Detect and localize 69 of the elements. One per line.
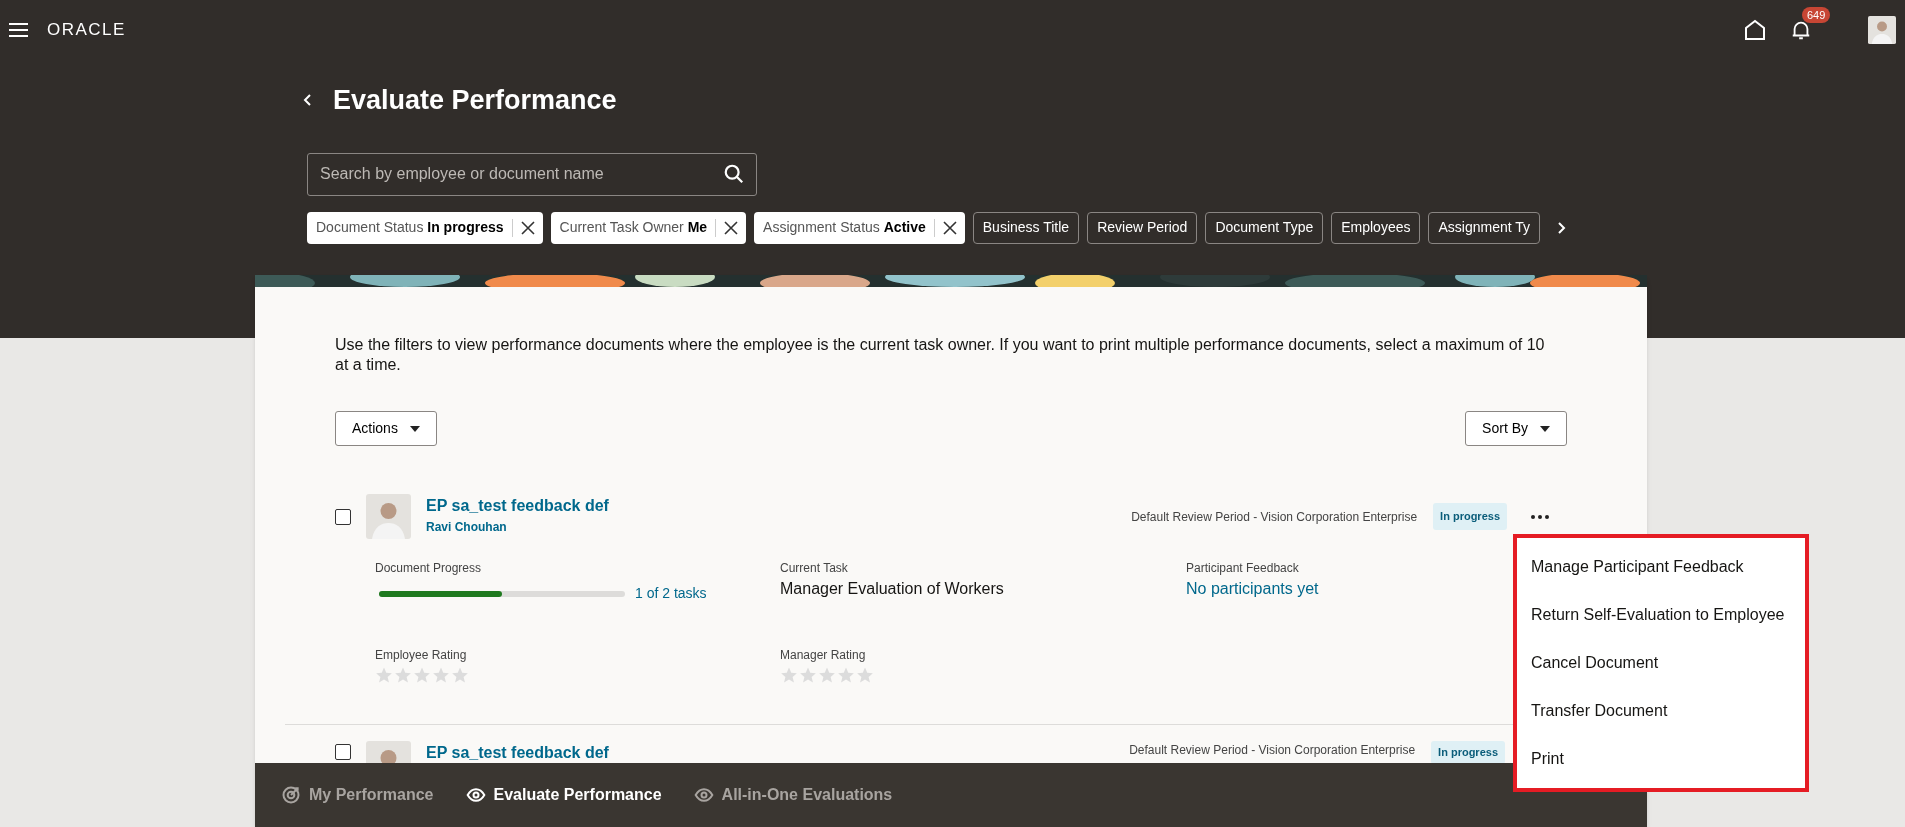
close-icon[interactable] bbox=[940, 218, 959, 237]
row-checkbox[interactable] bbox=[335, 508, 351, 525]
review-period: Default Review Period - Vision Corporation Enterprise bbox=[1131, 508, 1418, 526]
star-rating[interactable] bbox=[375, 666, 469, 684]
page-title: Evaluate Performance bbox=[333, 84, 617, 117]
status-badge: In progress bbox=[1431, 741, 1505, 763]
filter-label: Current Task Owner Me bbox=[559, 218, 708, 237]
star-icon bbox=[780, 666, 798, 684]
menu-item[interactable]: Manage Participant Feedback bbox=[1531, 550, 1791, 584]
nav-tab[interactable]: All-in-One Evaluations bbox=[693, 783, 893, 807]
status-badge: In progress bbox=[1433, 503, 1507, 530]
star-icon bbox=[394, 666, 412, 684]
star-icon bbox=[375, 666, 393, 684]
close-icon[interactable] bbox=[518, 218, 537, 237]
field-label: Current Task bbox=[780, 560, 848, 577]
filter-chip[interactable]: Document Status In progress bbox=[307, 211, 543, 244]
filter-option[interactable]: Employees bbox=[1331, 211, 1421, 244]
notification-count: 649 bbox=[1802, 7, 1831, 23]
caret-icon bbox=[409, 425, 420, 432]
filter-chip[interactable]: Current Task Owner Me bbox=[550, 211, 747, 244]
search-field[interactable]: Search by employee or document name bbox=[307, 152, 757, 196]
filter-option[interactable]: Assignment Ty bbox=[1428, 211, 1541, 244]
caret-icon bbox=[1540, 425, 1550, 432]
filter-label: Assignment Status Active bbox=[763, 218, 926, 237]
nav-tab[interactable]: My Performance bbox=[281, 783, 434, 807]
search-icon[interactable] bbox=[723, 162, 745, 185]
nav-tab[interactable]: Evaluate Performance bbox=[465, 783, 662, 807]
row-checkbox[interactable] bbox=[335, 744, 351, 760]
document-link[interactable]: EP sa_test feedback def bbox=[426, 493, 609, 518]
review-period: Default Review Period - Vision Corporation Enterprise bbox=[1129, 742, 1416, 759]
star-icon bbox=[818, 666, 836, 684]
filter-option[interactable]: Business Title bbox=[972, 211, 1080, 244]
filter-option[interactable]: Document Type bbox=[1205, 211, 1324, 244]
eye-icon bbox=[693, 785, 714, 805]
employee-link[interactable]: Ravi Chouhan bbox=[426, 517, 609, 536]
star-rating[interactable] bbox=[780, 666, 874, 684]
progress-text: 1 of 2 tasks bbox=[635, 584, 707, 603]
star-icon bbox=[413, 666, 431, 684]
sort-button[interactable]: Sort By bbox=[1465, 411, 1567, 446]
field-label: Participant Feedback bbox=[1186, 560, 1299, 577]
field-label: Document Progress bbox=[375, 560, 482, 577]
field-label: Manager Rating bbox=[780, 647, 866, 664]
more-button[interactable] bbox=[1531, 514, 1549, 519]
star-icon bbox=[856, 666, 874, 684]
brand-logo: ORACLE bbox=[47, 21, 126, 39]
menu-item[interactable]: Print bbox=[1531, 742, 1791, 776]
close-icon[interactable] bbox=[722, 218, 741, 237]
star-icon bbox=[799, 666, 817, 684]
description-text: Use the filters to view performance documents where the employee is the current task owner. If you want to print multiple performance documents, select a maximum of 10 at a time. bbox=[335, 335, 1546, 375]
home-icon[interactable] bbox=[1743, 18, 1767, 42]
filter-option[interactable]: Review Period bbox=[1087, 211, 1198, 244]
star-icon bbox=[451, 666, 469, 684]
menu-item[interactable]: Cancel Document bbox=[1531, 646, 1791, 680]
field-label: Employee Rating bbox=[375, 647, 467, 664]
menu-item[interactable]: Return Self-Evaluation to Employee bbox=[1531, 598, 1791, 632]
feedback-link[interactable]: No participants yet bbox=[1186, 577, 1319, 601]
filter-label: Document Status In progress bbox=[316, 218, 504, 237]
menu-button[interactable] bbox=[9, 20, 29, 40]
user-avatar bbox=[1868, 16, 1896, 44]
menu-item[interactable]: Transfer Document bbox=[1531, 694, 1791, 728]
document-link[interactable]: EP sa_test feedback def bbox=[426, 741, 609, 763]
actions-button[interactable]: Actions bbox=[335, 411, 437, 446]
star-icon bbox=[837, 666, 855, 684]
target-icon bbox=[281, 785, 301, 805]
star-icon bbox=[432, 666, 450, 684]
filter-chip[interactable]: Assignment Status Active bbox=[754, 211, 965, 244]
employee-avatar bbox=[366, 494, 411, 539]
eye-icon bbox=[465, 785, 486, 805]
current-task: Manager Evaluation of Workers bbox=[780, 579, 1004, 599]
